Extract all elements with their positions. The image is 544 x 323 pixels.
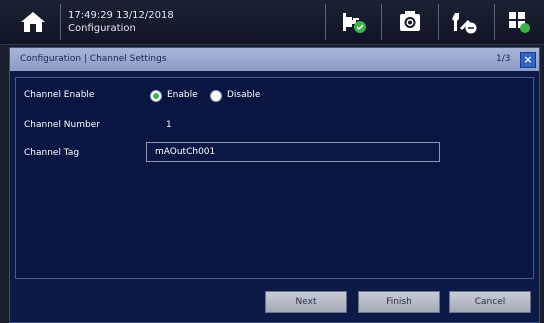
status-title: 17:49:29 13/12/2018 Configuration xyxy=(68,9,174,35)
separator xyxy=(60,4,61,40)
dialog-title: Configuration | Channel Settings xyxy=(20,54,167,64)
cancel-button[interactable]: Cancel xyxy=(449,291,531,313)
top-bar: 17:49:29 13/12/2018 Configuration xyxy=(0,0,544,45)
page-counter: 1/3 xyxy=(496,54,511,64)
close-icon: × xyxy=(523,53,533,66)
enable-radio-label[interactable]: Enable xyxy=(167,90,198,100)
disable-radio[interactable] xyxy=(210,90,222,102)
plug-status-icon xyxy=(343,13,366,33)
separator xyxy=(494,4,495,40)
camera-icon xyxy=(400,11,420,31)
home-button[interactable] xyxy=(10,7,56,37)
separator xyxy=(381,4,382,40)
plug-status-button[interactable] xyxy=(333,7,373,37)
section-name: Configuration xyxy=(68,23,136,34)
channel-number-label: Channel Number xyxy=(24,120,100,130)
enable-radio[interactable] xyxy=(150,90,162,102)
screen: 17:49:29 13/12/2018 Configuration Config… xyxy=(0,0,544,323)
time-date: 17:49:29 13/12/2018 xyxy=(68,10,174,21)
tools-icon xyxy=(452,13,477,34)
close-button[interactable]: × xyxy=(520,52,536,68)
separator xyxy=(438,4,439,40)
channel-tag-input[interactable]: mAOutCh001 xyxy=(146,142,440,162)
camera-button[interactable] xyxy=(390,7,430,37)
next-button[interactable]: Next xyxy=(265,291,347,313)
dialog-header: Configuration | Channel Settings 1/3 × xyxy=(10,48,539,71)
form-panel: Channel Enable Enable Disable Channel Nu… xyxy=(15,77,534,279)
finish-button[interactable]: Finish xyxy=(358,291,440,313)
grid-settings-icon xyxy=(509,12,530,33)
channel-number-value: 1 xyxy=(166,120,172,130)
channel-enable-label: Channel Enable xyxy=(24,90,95,100)
separator xyxy=(325,4,326,40)
grid-settings-button[interactable] xyxy=(498,7,538,37)
disable-radio-label[interactable]: Disable xyxy=(227,90,260,100)
channel-settings-dialog: Configuration | Channel Settings 1/3 × C… xyxy=(9,47,540,323)
channel-tag-label: Channel Tag xyxy=(24,148,80,158)
home-icon xyxy=(21,12,45,32)
tools-button[interactable] xyxy=(444,7,484,37)
